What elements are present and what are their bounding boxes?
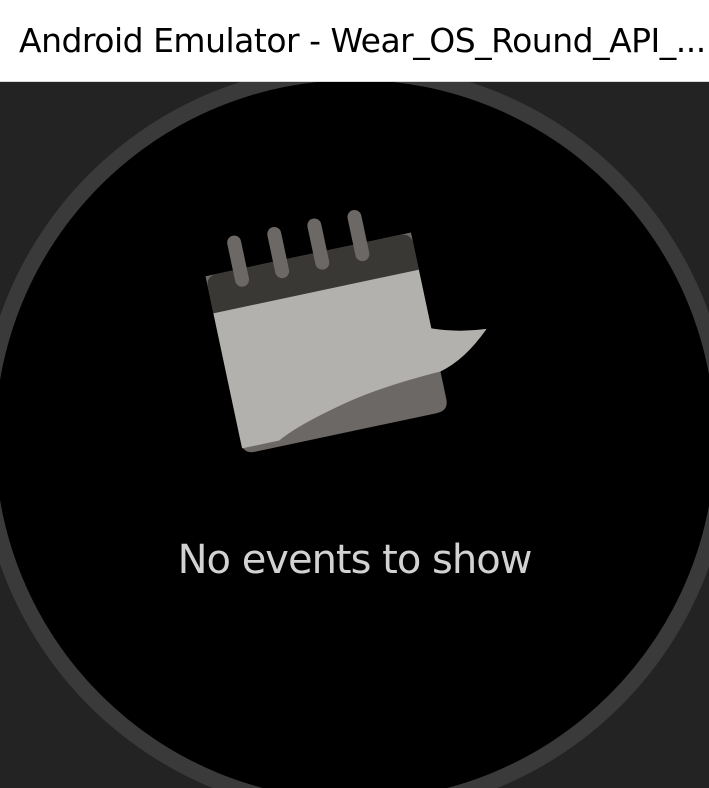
- empty-state-message: No events to show: [177, 537, 533, 583]
- window-titlebar[interactable]: Android Emulator - Wear_OS_Round_API_...: [0, 0, 709, 82]
- calendar-icon: [205, 209, 487, 453]
- emulator-display: No events to show: [0, 82, 709, 788]
- window-title: Android Emulator - Wear_OS_Round_API_...: [19, 21, 706, 60]
